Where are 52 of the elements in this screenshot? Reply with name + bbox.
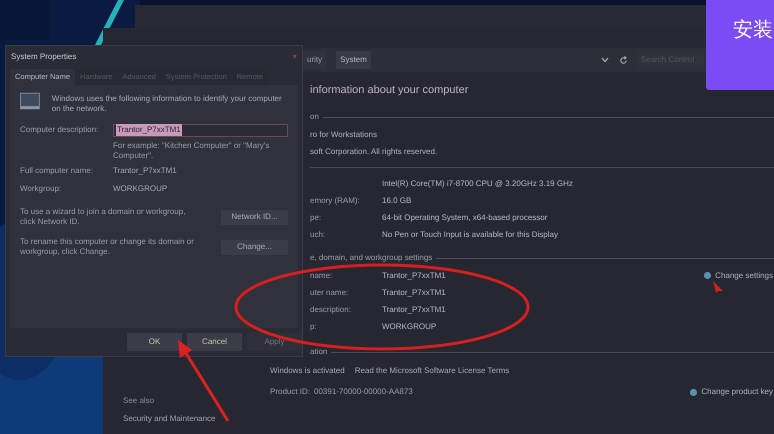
field-label: description: <box>310 304 351 314</box>
banner-text: 安装 <box>733 17 773 41</box>
close-button[interactable]: × <box>292 53 297 61</box>
intro-text: Windows uses the following information to identify your computer on the network. <box>52 93 283 114</box>
action-button[interactable]: Change... <box>221 240 288 254</box>
dialog-button[interactable]: OK <box>127 333 182 351</box>
dialog-button[interactable]: Cancel <box>187 333 242 351</box>
license-link[interactable]: Read the Microsoft Software License Terms <box>354 365 510 377</box>
field-value: Trantor_P7xxTM1 <box>382 270 446 282</box>
field-label: uter name: <box>310 288 348 296</box>
cursor-icon <box>712 280 724 294</box>
field-value: Trantor_P7xxTM1 <box>382 304 446 316</box>
page-heading: information about your computer <box>310 83 470 98</box>
description-field[interactable]: Trantor_P7xxTM1 <box>113 124 288 136</box>
field-label: Full computer name: <box>20 164 94 176</box>
field-value: 64-bit Operating System, x64-based processor <box>382 212 548 224</box>
example-text: For example: "Kitchen Computer" or "Mary's Computer". <box>113 141 270 161</box>
see-also-link[interactable]: Security and Maintenance <box>123 413 270 425</box>
field-label: uch: <box>310 230 326 238</box>
breadcrumb[interactable]: System <box>336 51 371 69</box>
see-also-title: See also <box>123 395 156 407</box>
change-product-key-link[interactable]: Change product key <box>701 386 773 398</box>
edition-text: ro for Workstations <box>310 128 377 140</box>
instruction-text: To use a wizard to join a domain or workgroup, click Network ID. <box>20 207 186 227</box>
product-id: 00391-70000-00000-AA873 <box>314 386 413 398</box>
change-settings-link[interactable]: Change settings <box>715 270 773 282</box>
field-label: emory (RAM): <box>310 196 360 204</box>
field-value: Intel(R) Core(TM) i7-8700 CPU @ 3.20GHz 3.19 GHz <box>382 178 573 190</box>
monitor-icon <box>20 91 40 111</box>
section-title: on <box>310 111 319 123</box>
chevron-down-icon[interactable] <box>600 56 609 64</box>
activation-status: Windows is activated <box>270 365 345 377</box>
field-value: 16.0 GB <box>382 194 412 206</box>
field-label: name: <box>310 270 332 280</box>
field-value: No Pen or Touch Input is available for this Display <box>382 228 558 240</box>
field-value: Trantor_P7xxTM1 <box>382 286 446 298</box>
dialog-title: System Properties <box>11 51 76 63</box>
breadcrumb[interactable]: urity <box>303 51 326 69</box>
field-value: WORKGROUP <box>382 320 436 332</box>
action-button[interactable]: Network ID... <box>221 210 288 224</box>
instruction-text: To rename this computer or change its domain or workgroup, click Change. <box>20 237 195 257</box>
refresh-icon[interactable] <box>618 56 628 64</box>
product-id-label: Product ID: <box>270 386 310 398</box>
field-label: Computer description: <box>20 124 100 136</box>
edition-text: soft Corporation. All rights reserved. <box>310 146 438 158</box>
field-label: Workgroup: <box>20 182 62 194</box>
field-label: p: <box>310 322 317 330</box>
field-label: pe: <box>310 212 322 222</box>
section-title: e, domain, and workgroup settings <box>310 252 432 264</box>
field-value: Trantor_P7xxTM1 <box>113 164 177 176</box>
section-title: ation <box>310 346 328 358</box>
field-value: WORKGROUP <box>113 182 168 194</box>
